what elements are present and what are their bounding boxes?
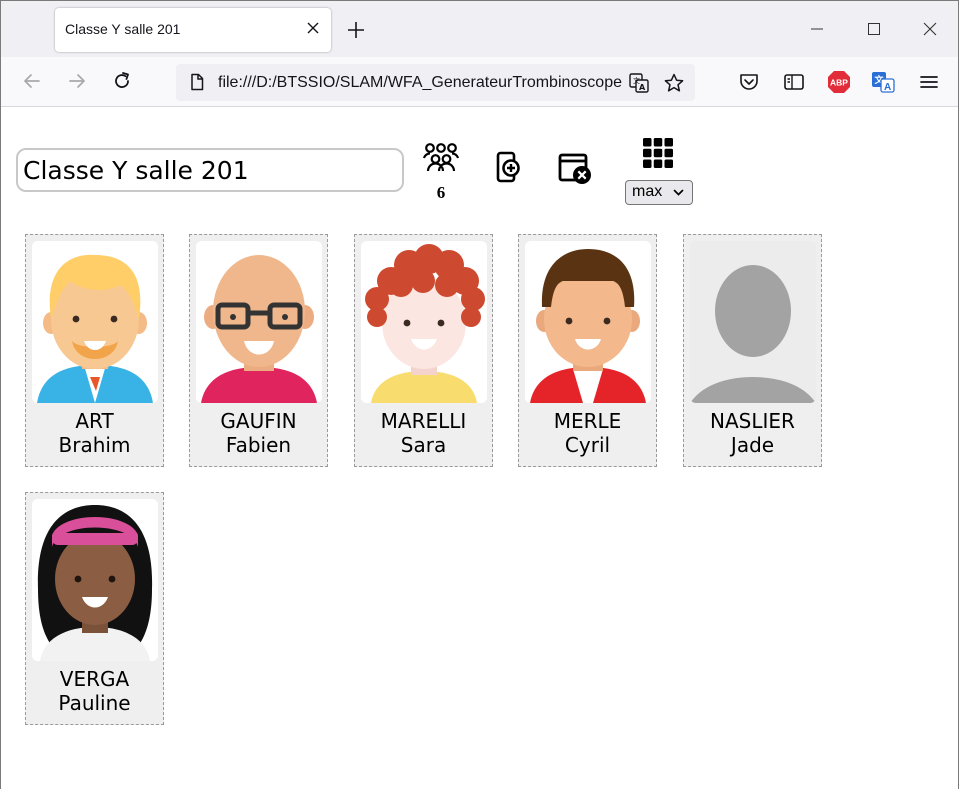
student-last-name: GAUFIN [220,409,297,433]
student-first-name: Brahim [58,433,131,457]
student-first-name: Sara [400,433,447,457]
student-card[interactable]: MERLE Cyril [518,234,657,467]
student-count: 6 [436,183,446,202]
group-students-icon [422,143,460,172]
reload-icon[interactable] [111,70,133,92]
student-photo [32,499,158,661]
svg-text:A: A [884,82,891,93]
menu-icon[interactable] [917,70,941,94]
student-photo [361,241,487,403]
remove-class-icon[interactable] [557,151,595,187]
student-first-name: Pauline [58,691,131,715]
student-card[interactable]: MARELLI Sara [354,234,493,467]
forward-arrow-icon[interactable] [66,70,88,92]
avatar-red-curly-hair-girl [361,241,487,403]
student-first-name: Cyril [564,433,611,457]
photo-size-select[interactable]: max [625,180,693,205]
student-card[interactable]: VERGA Pauline [25,492,164,725]
url-bar[interactable]: file:///D:/BTSSIO/SLAM/WFA_GenerateurTro… [176,64,695,101]
avatar-black-hair-headband-girl [32,499,158,661]
close-tab-icon[interactable] [305,20,321,36]
reader-view-icon[interactable] [782,70,806,94]
browser-tab[interactable]: Classe Y salle 201 [55,8,331,52]
chevron-down-icon [673,189,684,196]
student-last-name: MARELLI [380,409,467,433]
student-photo [196,241,322,403]
add-student-icon[interactable] [495,151,523,185]
tab-strip: Classe Y salle 201 [1,1,958,57]
tab-title: Classe Y salle 201 [65,21,181,37]
student-photo [32,241,158,403]
avatar-brown-hair-boy [525,241,651,403]
grid-layout-icon[interactable] [643,138,673,168]
browser-window: Classe Y salle 201 file:///D:/BTSSIO/SLA… [0,0,959,789]
student-photo [525,241,651,403]
translator-extension-icon[interactable]: 文 A [871,70,895,94]
page-icon [191,73,204,91]
back-arrow-icon[interactable] [21,70,43,92]
minimize-icon[interactable] [807,19,827,39]
student-card[interactable]: ART Brahim [25,234,164,467]
avatar-blond-beard-boy [32,241,158,403]
url-text[interactable]: file:///D:/BTSSIO/SLAM/WFA_GenerateurTro… [218,74,622,92]
student-first-name: Jade [730,433,775,457]
navigation-bar: file:///D:/BTSSIO/SLAM/WFA_GenerateurTro… [1,57,958,107]
photo-size-selected: max [632,183,663,200]
bookmark-star-icon[interactable] [663,72,685,94]
page-content: 6 max [1,108,958,789]
adblock-plus-icon[interactable]: ABP [827,70,851,94]
student-card[interactable]: NASLIER Jade [683,234,822,467]
avatar-default-silhouette [690,241,816,403]
svg-text:A: A [639,83,646,92]
translate-icon[interactable]: 文 A [628,72,650,94]
student-last-name: NASLIER [710,409,795,433]
student-card[interactable]: GAUFIN Fabien [189,234,328,467]
student-last-name: VERGA [59,667,130,691]
student-first-name: Fabien [225,433,292,457]
student-photo [690,241,816,403]
pocket-icon[interactable] [737,70,761,94]
avatar-bald-glasses-man [196,241,322,403]
close-window-icon[interactable] [920,19,940,39]
adblock-badge-text: ABP [830,78,848,88]
class-name-input[interactable] [16,148,404,192]
new-tab-icon[interactable] [345,19,367,41]
student-last-name: ART [75,409,114,433]
maximize-icon[interactable] [864,19,884,39]
student-last-name: MERLE [553,409,622,433]
